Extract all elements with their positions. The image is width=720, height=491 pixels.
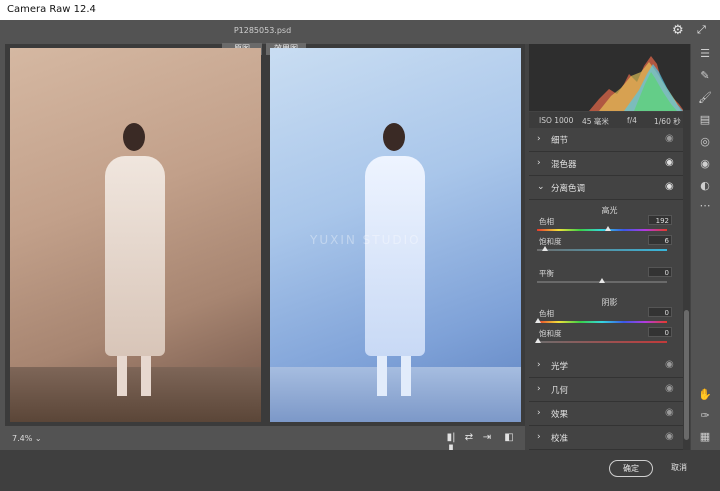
hand-icon[interactable]: ✋: [693, 385, 717, 405]
panel-scrollbar[interactable]: [683, 110, 690, 450]
gradient-filter-icon[interactable]: ▤: [693, 110, 717, 130]
balance-slider[interactable]: 平衡 0: [537, 267, 672, 286]
slider-thumb[interactable]: [542, 246, 548, 251]
slider-label: 平衡: [539, 269, 554, 278]
section-label: 光学: [551, 362, 569, 372]
radial-filter-icon[interactable]: ◎: [693, 132, 717, 152]
scroll-thumb[interactable]: [684, 310, 689, 440]
title-bar: Camera Raw 12.4: [0, 0, 720, 20]
window-title: Camera Raw 12.4: [7, 4, 96, 15]
hue-track: [537, 229, 667, 231]
section-label: 效果: [551, 410, 569, 420]
slider-label: 饱和度: [539, 329, 562, 338]
eye-icon[interactable]: ◉: [665, 431, 674, 442]
slider-value[interactable]: 0: [648, 307, 672, 317]
copy-settings-icon[interactable]: ⇥: [480, 432, 494, 444]
saturation-track: [537, 341, 667, 343]
section-label: 几何: [551, 386, 569, 396]
section-label: 校准: [551, 434, 569, 444]
gear-icon[interactable]: ⚙: [672, 23, 686, 38]
eye-icon[interactable]: ◉: [665, 383, 674, 394]
slider-thumb[interactable]: [605, 226, 611, 231]
shadow-saturation-slider[interactable]: 饱和度 0: [535, 327, 672, 346]
camera-info: ISO 1000 45 毫米 f/4 1/60 秒: [529, 112, 690, 128]
before-photo: [10, 48, 261, 422]
brush-icon[interactable]: 🖌: [693, 88, 717, 108]
slider-thumb[interactable]: [599, 278, 605, 283]
after-photo: YUXIN STUDIO: [270, 48, 521, 422]
model-head: [123, 123, 145, 151]
model-dress: [365, 156, 425, 356]
iso: ISO 1000: [539, 116, 574, 125]
ok-button[interactable]: 确定: [609, 460, 653, 477]
more-icon[interactable]: ⋯: [693, 196, 717, 216]
model-figure: [355, 118, 435, 403]
chevron-right-icon: ›: [537, 134, 541, 144]
section-split-toning[interactable]: ⌄ 分离色调 ◉: [529, 177, 690, 200]
section-details[interactable]: › 细节 ◉: [529, 129, 690, 152]
section-label: 分离色调: [551, 184, 586, 194]
slider-thumb[interactable]: [535, 338, 541, 343]
file-name: P1285053.psd: [233, 26, 292, 35]
hue-track: [537, 321, 667, 323]
histogram: [529, 44, 690, 111]
chevron-right-icon: ›: [537, 360, 541, 370]
highlight-hue-slider[interactable]: 色相 192: [537, 215, 672, 234]
section-effects[interactable]: › 效果 ◉: [529, 403, 690, 426]
presets-icon[interactable]: ◐: [693, 176, 717, 196]
expand-icon[interactable]: ⤢: [697, 23, 711, 37]
zoom-select[interactable]: 7.4% ⌄: [12, 434, 42, 443]
slider-thumb[interactable]: [535, 318, 541, 323]
eye-icon[interactable]: ◉: [665, 157, 674, 168]
slider-value[interactable]: 192: [648, 215, 672, 225]
grid-icon[interactable]: ▦: [693, 427, 717, 447]
slider-value[interactable]: 0: [648, 327, 672, 337]
section-optics[interactable]: › 光学 ◉: [529, 355, 690, 378]
zoom-value: 7.4%: [12, 434, 33, 443]
model-leg: [377, 356, 387, 396]
heal-icon[interactable]: ✎: [693, 66, 717, 86]
chevron-right-icon: ›: [537, 432, 541, 442]
slider-label: 色相: [539, 309, 554, 318]
chevron-right-icon: ›: [537, 384, 541, 394]
chevron-right-icon: ›: [537, 158, 541, 168]
section-label: 混色器: [551, 160, 577, 170]
model-leg: [141, 356, 151, 396]
edit-sliders-icon[interactable]: ☰: [693, 44, 717, 64]
slider-label: 色相: [539, 217, 554, 226]
focal-length: 45 毫米: [582, 117, 609, 126]
highlight-saturation-slider[interactable]: 饱和度 6: [537, 235, 672, 254]
aperture: f/4: [627, 116, 637, 125]
saturation-track: [537, 249, 667, 251]
eye-icon[interactable]: ◉: [665, 181, 674, 192]
model-head: [383, 123, 405, 151]
model-figure: [95, 118, 175, 403]
swap-icon[interactable]: ⇄: [462, 432, 476, 444]
section-geometry[interactable]: › 几何 ◉: [529, 379, 690, 402]
chevron-right-icon: ›: [537, 408, 541, 418]
eye-icon[interactable]: ◉: [665, 359, 674, 370]
watermark: YUXIN STUDIO: [310, 233, 421, 247]
eye-icon[interactable]: ◉: [665, 407, 674, 418]
slider-value[interactable]: 0: [648, 267, 672, 277]
cancel-button[interactable]: 取消: [664, 460, 694, 475]
eyedropper-icon[interactable]: ✑: [693, 406, 717, 426]
red-eye-icon[interactable]: ◉: [693, 154, 717, 174]
toggle-view-icon[interactable]: ◧: [502, 432, 516, 444]
section-calibration[interactable]: › 校准 ◉: [529, 427, 690, 450]
slider-value[interactable]: 6: [648, 235, 672, 245]
section-color-mixer[interactable]: › 混色器 ◉: [529, 153, 690, 176]
shutter: 1/60 秒: [654, 117, 681, 126]
chevron-down-icon: ⌄: [537, 182, 545, 192]
model-leg: [401, 356, 411, 396]
model-dress: [105, 156, 165, 356]
compare-view-icon[interactable]: ▮|▮: [444, 432, 458, 454]
section-label: 细节: [551, 136, 569, 146]
model-leg: [117, 356, 127, 396]
eye-icon[interactable]: ◉: [665, 133, 674, 144]
histogram-graph: [589, 56, 684, 111]
shadow-hue-slider[interactable]: 色相 0: [535, 307, 672, 326]
